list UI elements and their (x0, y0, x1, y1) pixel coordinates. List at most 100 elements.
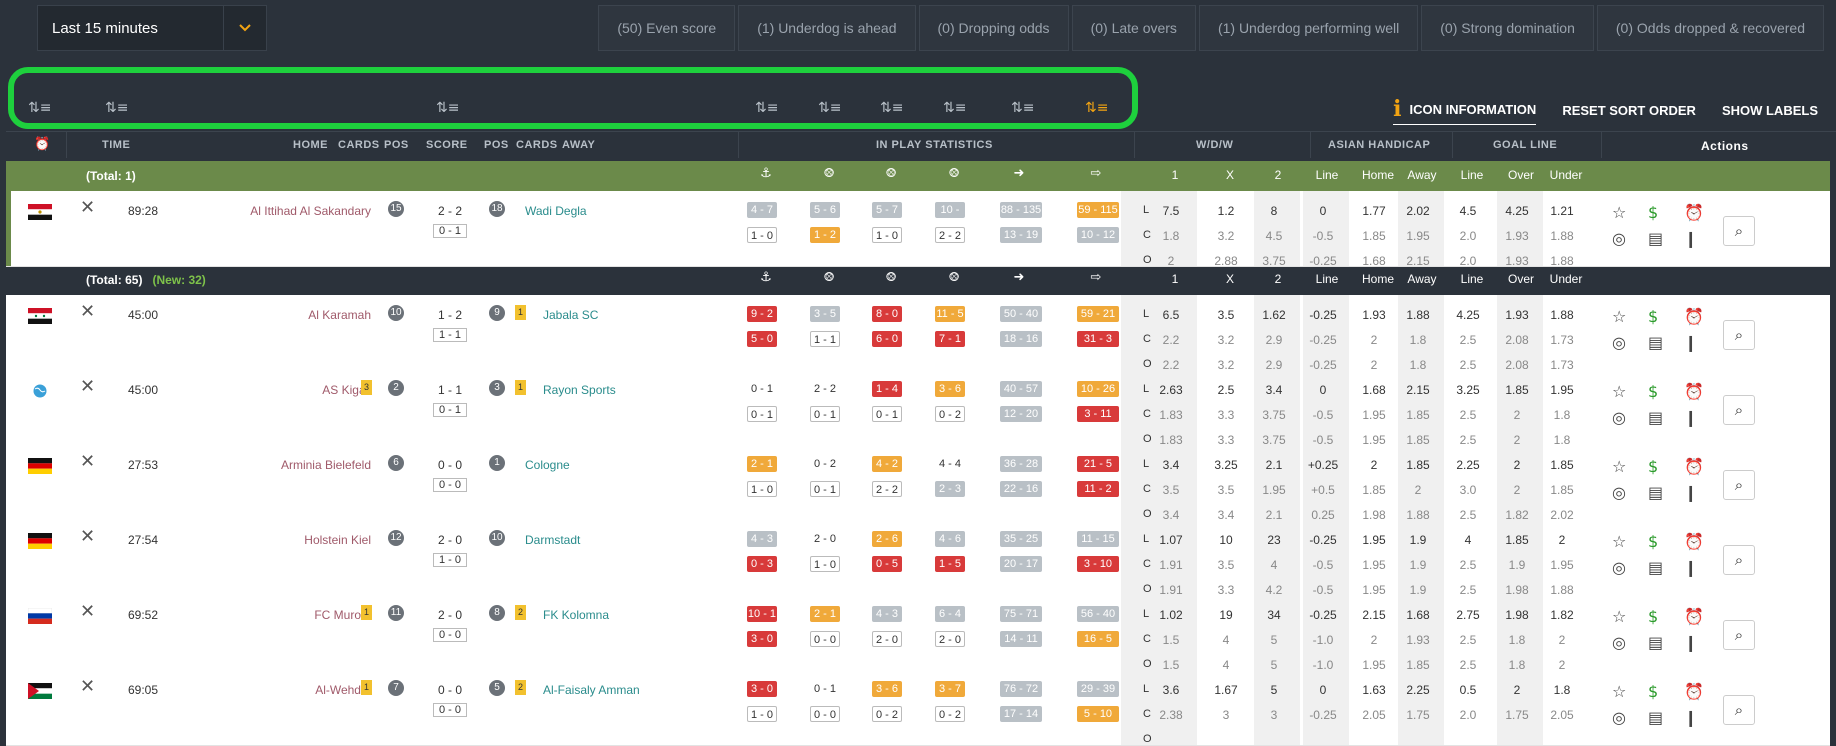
alarm-icon[interactable]: ⏰ (1684, 457, 1704, 476)
icon-information-link[interactable]: i ICON INFORMATION (1393, 96, 1537, 125)
alarm-icon[interactable]: ⏰ (1684, 307, 1704, 326)
filter-underdog-ahead[interactable]: (1) Underdog is ahead (738, 5, 916, 51)
show-labels-link[interactable]: SHOW LABELS (1722, 103, 1818, 118)
alarm-icon[interactable]: ⏰ (1684, 203, 1704, 222)
instagram-icon[interactable]: ◎ (1612, 408, 1626, 427)
star-icon[interactable]: ☆ (1612, 607, 1626, 626)
clipboard-icon[interactable]: ▤ (1648, 408, 1663, 427)
home-team[interactable]: Holstein Kiel (171, 533, 371, 547)
away-team[interactable]: Rayon Sports (543, 383, 616, 397)
home-team[interactable]: AS Kigali (171, 383, 371, 397)
table-header: ⏰ TIME HOME CARDS POS SCORE POS CARDS AW… (6, 131, 1836, 159)
odds-header: Home (1361, 272, 1394, 286)
away-team[interactable]: Wadi Degla (525, 204, 587, 218)
instagram-icon[interactable]: ◎ (1612, 483, 1626, 502)
odds-value: 2 (1370, 333, 1378, 347)
zoom-icon[interactable]: ⌕ (1723, 395, 1755, 425)
dollar-icon[interactable]: $ (1648, 607, 1658, 626)
dollar-icon[interactable]: $ (1648, 682, 1658, 701)
zoom-icon[interactable]: ⌕ (1723, 320, 1755, 350)
bar-chart-icon[interactable]: ❙ (1684, 333, 1697, 352)
zoom-icon[interactable]: ⌕ (1723, 470, 1755, 500)
star-icon[interactable]: ☆ (1612, 532, 1626, 551)
filter-dropping-odds[interactable]: (0) Dropping odds (918, 5, 1069, 51)
odds-value: 2.5 (1459, 333, 1477, 347)
stat-value-live: 76 - 72 (1000, 681, 1042, 697)
remove-match-icon[interactable]: ✕ (80, 376, 95, 397)
dollar-icon[interactable]: $ (1648, 532, 1658, 551)
alarm-icon[interactable]: ⏰ (1684, 382, 1704, 401)
star-icon[interactable]: ☆ (1612, 203, 1626, 222)
stat-column-icon: ⇨ (1090, 166, 1102, 181)
bar-chart-icon[interactable]: ❙ (1684, 558, 1697, 577)
bar-chart-icon[interactable]: ❙ (1684, 708, 1697, 727)
odds-value: 1.91 (1159, 558, 1183, 572)
alarm-icon[interactable]: ⏰ (1684, 532, 1704, 551)
star-icon[interactable]: ☆ (1612, 307, 1626, 326)
star-icon[interactable]: ☆ (1612, 457, 1626, 476)
instagram-icon[interactable]: ◎ (1612, 333, 1626, 352)
alarm-icon[interactable]: ⏰ (1684, 682, 1704, 701)
odds-value: 1.85 (1505, 533, 1529, 547)
filter-odds-dropped-recovered[interactable]: (0) Odds dropped & recovered (1596, 5, 1824, 51)
filter-underdog-performing[interactable]: (1) Underdog performing well (1198, 5, 1419, 51)
bar-chart-icon[interactable]: ❙ (1684, 229, 1697, 248)
remove-match-icon[interactable]: ✕ (80, 526, 95, 547)
clipboard-icon[interactable]: ▤ (1648, 483, 1663, 502)
remove-match-icon[interactable]: ✕ (80, 451, 95, 472)
instagram-icon[interactable]: ◎ (1612, 708, 1626, 727)
bar-chart-icon[interactable]: ❙ (1684, 633, 1697, 652)
away-team[interactable]: Jabala SC (543, 308, 598, 322)
remove-match-icon[interactable]: ✕ (80, 197, 95, 218)
dollar-icon[interactable]: $ (1648, 457, 1658, 476)
odds-value: 1.8 (1162, 229, 1180, 243)
match-score: 0 - 0 (437, 683, 462, 697)
zoom-icon[interactable]: ⌕ (1723, 545, 1755, 575)
bar-chart-icon[interactable]: ❙ (1684, 483, 1697, 502)
away-team[interactable]: Al-Faisaly Amman (543, 683, 640, 697)
away-team[interactable]: FK Kolomna (543, 608, 609, 622)
dollar-icon[interactable]: $ (1648, 307, 1658, 326)
star-icon[interactable]: ☆ (1612, 382, 1626, 401)
odds-value: 2.5 (1459, 558, 1477, 572)
time-range-select[interactable]: Last 15 minutes (37, 5, 267, 51)
match-score: 2 - 0 (437, 533, 462, 547)
stat-value-half: 22 - 16 (1000, 481, 1042, 497)
filter-even-score[interactable]: (50) Even score (598, 5, 736, 51)
star-icon[interactable]: ☆ (1612, 682, 1626, 701)
zoom-icon[interactable]: ⌕ (1723, 620, 1755, 650)
away-team[interactable]: Cologne (525, 458, 570, 472)
clipboard-icon[interactable]: ▤ (1648, 333, 1663, 352)
away-team[interactable]: Darmstadt (525, 533, 580, 547)
stat-column-icon: ⨷ (948, 270, 960, 285)
alarm-icon[interactable]: ⏰ (34, 137, 51, 152)
dollar-icon[interactable]: $ (1648, 203, 1658, 222)
remove-match-icon[interactable]: ✕ (80, 601, 95, 622)
instagram-icon[interactable]: ◎ (1612, 558, 1626, 577)
filter-strong-domination[interactable]: (0) Strong domination (1421, 5, 1594, 51)
dollar-icon[interactable]: $ (1648, 382, 1658, 401)
clipboard-icon[interactable]: ▤ (1648, 229, 1663, 248)
remove-match-icon[interactable]: ✕ (80, 676, 95, 697)
filter-late-overs[interactable]: (0) Late overs (1071, 5, 1196, 51)
reset-sort-link[interactable]: RESET SORT ORDER (1562, 103, 1696, 118)
home-team[interactable]: Al Karamah (171, 308, 371, 322)
instagram-icon[interactable]: ◎ (1612, 633, 1626, 652)
odds-value: 1.2 (1217, 204, 1235, 218)
chevron-down-icon[interactable] (223, 6, 266, 50)
home-team[interactable]: Arminia Bielefeld (171, 458, 371, 472)
instagram-icon[interactable]: ◎ (1612, 229, 1626, 248)
odds-value: 10 (1219, 533, 1233, 547)
alarm-icon[interactable]: ⏰ (1684, 607, 1704, 626)
bar-chart-icon[interactable]: ❙ (1684, 408, 1697, 427)
home-team[interactable]: Al-Wehdat (171, 683, 371, 697)
clipboard-icon[interactable]: ▤ (1648, 558, 1663, 577)
home-team[interactable]: Al Ittihad Al Sakandary (171, 204, 371, 218)
remove-match-icon[interactable]: ✕ (80, 301, 95, 322)
country-flag-icon (28, 533, 52, 549)
zoom-icon[interactable]: ⌕ (1723, 695, 1755, 725)
clipboard-icon[interactable]: ▤ (1648, 633, 1663, 652)
home-team[interactable]: FC Murom (171, 608, 371, 622)
clipboard-icon[interactable]: ▤ (1648, 708, 1663, 727)
zoom-icon[interactable]: ⌕ (1723, 216, 1755, 246)
